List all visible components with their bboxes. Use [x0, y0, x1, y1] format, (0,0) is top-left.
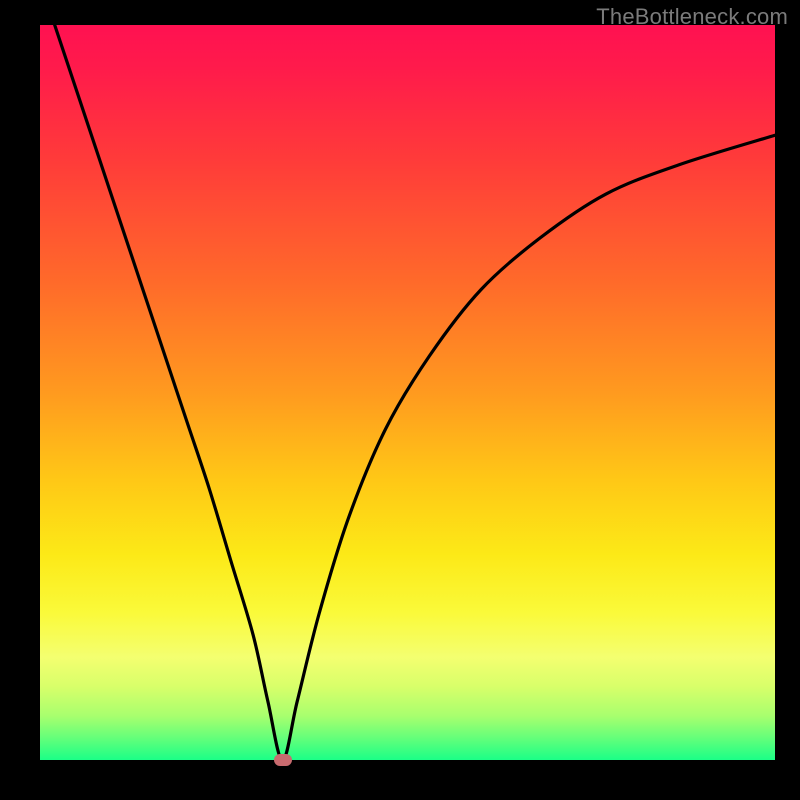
chart-frame: TheBottleneck.com: [0, 0, 800, 800]
bottleneck-curve: [40, 25, 775, 760]
optimum-marker: [274, 754, 292, 766]
plot-area: [40, 25, 775, 760]
